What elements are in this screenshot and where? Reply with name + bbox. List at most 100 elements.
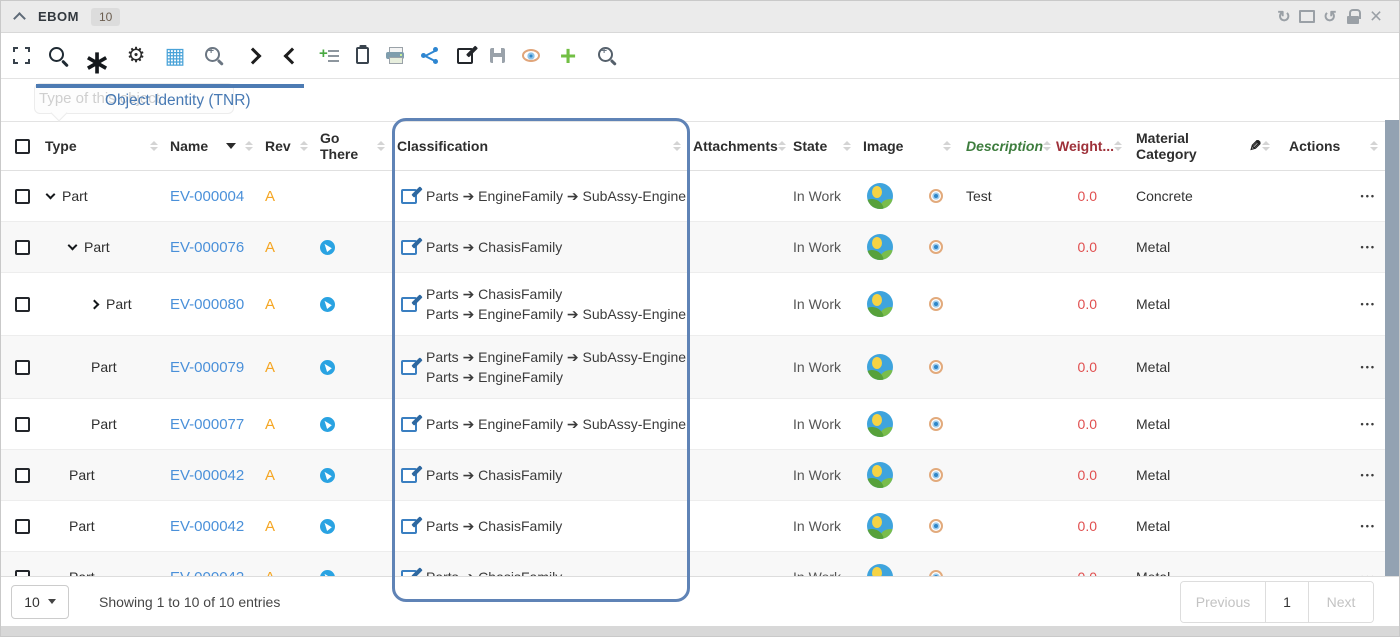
go-there-icon[interactable]	[320, 417, 335, 432]
go-there-icon[interactable]	[320, 468, 335, 483]
column-label-name[interactable]: Name	[170, 138, 208, 154]
sort-toggle-icon[interactable]	[300, 141, 308, 151]
item-link[interactable]: EV-000042	[170, 467, 244, 484]
preview-eye-icon[interactable]	[929, 297, 943, 311]
part-thumbnail-image[interactable]	[867, 291, 893, 317]
tab-object-identity[interactable]: Object Identity (TNR)	[105, 92, 251, 110]
preview-eye-icon[interactable]	[929, 417, 943, 431]
actions-ellipsis-button[interactable]: •••	[1361, 299, 1376, 309]
chevron-left-icon[interactable]	[281, 45, 303, 67]
item-link[interactable]: EV-000080	[170, 296, 244, 313]
table-view-icon[interactable]	[164, 45, 186, 67]
go-there-icon[interactable]	[320, 360, 335, 375]
actions-ellipsis-button[interactable]: •••	[1361, 362, 1376, 372]
item-link[interactable]: EV-000042	[170, 569, 244, 577]
column-label-classification[interactable]: Classification	[397, 138, 488, 154]
column-label-go_there[interactable]: Go There	[320, 130, 377, 162]
sort-toggle-icon[interactable]	[943, 141, 951, 151]
column-label-rev[interactable]: Rev	[265, 138, 291, 154]
vertical-scrollbar[interactable]	[1385, 120, 1399, 576]
close-icon[interactable]	[1367, 8, 1385, 26]
add-row-icon[interactable]	[320, 48, 339, 63]
sort-toggle-icon[interactable]	[1370, 141, 1378, 151]
undo-icon[interactable]	[1321, 8, 1339, 26]
sort-desc-icon[interactable]	[226, 143, 236, 149]
item-link[interactable]: EV-000076	[170, 239, 244, 256]
collapse-panel-icon[interactable]	[13, 12, 26, 25]
edit-classification-icon[interactable]	[401, 417, 417, 432]
sort-toggle-icon[interactable]	[843, 141, 851, 151]
column-label-actions[interactable]: Actions	[1289, 138, 1340, 154]
actions-ellipsis-button[interactable]: •••	[1361, 470, 1376, 480]
sort-toggle-icon[interactable]	[1262, 141, 1270, 151]
search-icon[interactable]	[47, 45, 69, 67]
share-icon[interactable]	[421, 47, 440, 64]
item-link[interactable]: EV-000077	[170, 416, 244, 433]
select-all-checkbox[interactable]	[15, 139, 30, 154]
item-link[interactable]: EV-000079	[170, 359, 244, 376]
zoom-search-icon[interactable]	[203, 45, 225, 67]
row-checkbox[interactable]	[15, 468, 30, 483]
go-there-icon[interactable]	[320, 240, 335, 255]
column-label-image[interactable]: Image	[863, 138, 903, 154]
burst-icon[interactable]	[86, 45, 108, 67]
part-thumbnail-image[interactable]	[867, 411, 893, 437]
column-label-type[interactable]: Type	[45, 138, 77, 154]
preview-eye-icon[interactable]	[929, 189, 943, 203]
column-label-attachments[interactable]: Attachments	[693, 138, 778, 154]
sort-toggle-icon[interactable]	[377, 141, 385, 151]
edit-classification-icon[interactable]	[401, 468, 417, 483]
actions-ellipsis-button[interactable]: •••	[1361, 242, 1376, 252]
preview-eye-icon[interactable]	[929, 240, 943, 254]
page-size-select[interactable]: 10	[11, 585, 69, 619]
lock-icon[interactable]	[1344, 8, 1362, 26]
current-page-button[interactable]: 1	[1265, 582, 1309, 622]
sync-icon[interactable]	[1275, 8, 1293, 26]
row-checkbox[interactable]	[15, 360, 30, 375]
fullscreen-icon[interactable]	[13, 47, 30, 64]
preview-eye-icon[interactable]	[522, 49, 540, 62]
part-thumbnail-image[interactable]	[867, 183, 893, 209]
edit-classification-icon[interactable]	[401, 519, 417, 534]
expand-chevron-right-icon[interactable]	[90, 299, 100, 309]
row-checkbox[interactable]	[15, 417, 30, 432]
actions-ellipsis-button[interactable]: •••	[1361, 191, 1376, 201]
sort-toggle-icon[interactable]	[673, 141, 681, 151]
edit-classification-icon[interactable]	[401, 189, 417, 204]
edit-classification-icon[interactable]	[401, 240, 417, 255]
sort-toggle-icon[interactable]	[150, 141, 158, 151]
row-checkbox[interactable]	[15, 519, 30, 534]
preview-eye-icon[interactable]	[929, 519, 943, 533]
zoom-in-icon[interactable]	[596, 45, 618, 67]
print-icon[interactable]	[386, 47, 404, 64]
expand-chevron-down-icon[interactable]	[46, 189, 56, 199]
preview-eye-icon[interactable]	[929, 468, 943, 482]
part-thumbnail-image[interactable]	[867, 462, 893, 488]
row-checkbox[interactable]	[15, 240, 30, 255]
column-label-description[interactable]: Description	[966, 138, 1043, 154]
go-there-icon[interactable]	[320, 297, 335, 312]
column-label-state[interactable]: State	[793, 138, 827, 154]
item-link[interactable]: EV-000004	[170, 188, 244, 205]
part-thumbnail-image[interactable]	[867, 513, 893, 539]
actions-ellipsis-button[interactable]: •••	[1361, 419, 1376, 429]
next-page-button[interactable]: Next	[1309, 582, 1373, 622]
sort-toggle-icon[interactable]	[245, 141, 253, 151]
row-checkbox[interactable]	[15, 189, 30, 204]
preview-eye-icon[interactable]	[929, 360, 943, 374]
part-thumbnail-image[interactable]	[867, 354, 893, 380]
clipboard-icon[interactable]	[356, 47, 369, 64]
column-label-material_category[interactable]: Material Category	[1136, 130, 1247, 162]
sort-toggle-icon[interactable]	[778, 141, 786, 151]
chevron-right-icon[interactable]	[242, 45, 264, 67]
restore-icon[interactable]	[1298, 8, 1316, 26]
column-label-weight[interactable]: Weight...	[1056, 138, 1114, 154]
go-there-icon[interactable]	[320, 519, 335, 534]
row-checkbox[interactable]	[15, 297, 30, 312]
add-icon[interactable]	[557, 45, 579, 67]
part-thumbnail-image[interactable]	[867, 234, 893, 260]
previous-page-button[interactable]: Previous	[1181, 582, 1265, 622]
expand-chevron-down-icon[interactable]	[68, 240, 78, 250]
save-icon[interactable]	[490, 48, 505, 63]
edit-classification-icon[interactable]	[401, 297, 417, 312]
